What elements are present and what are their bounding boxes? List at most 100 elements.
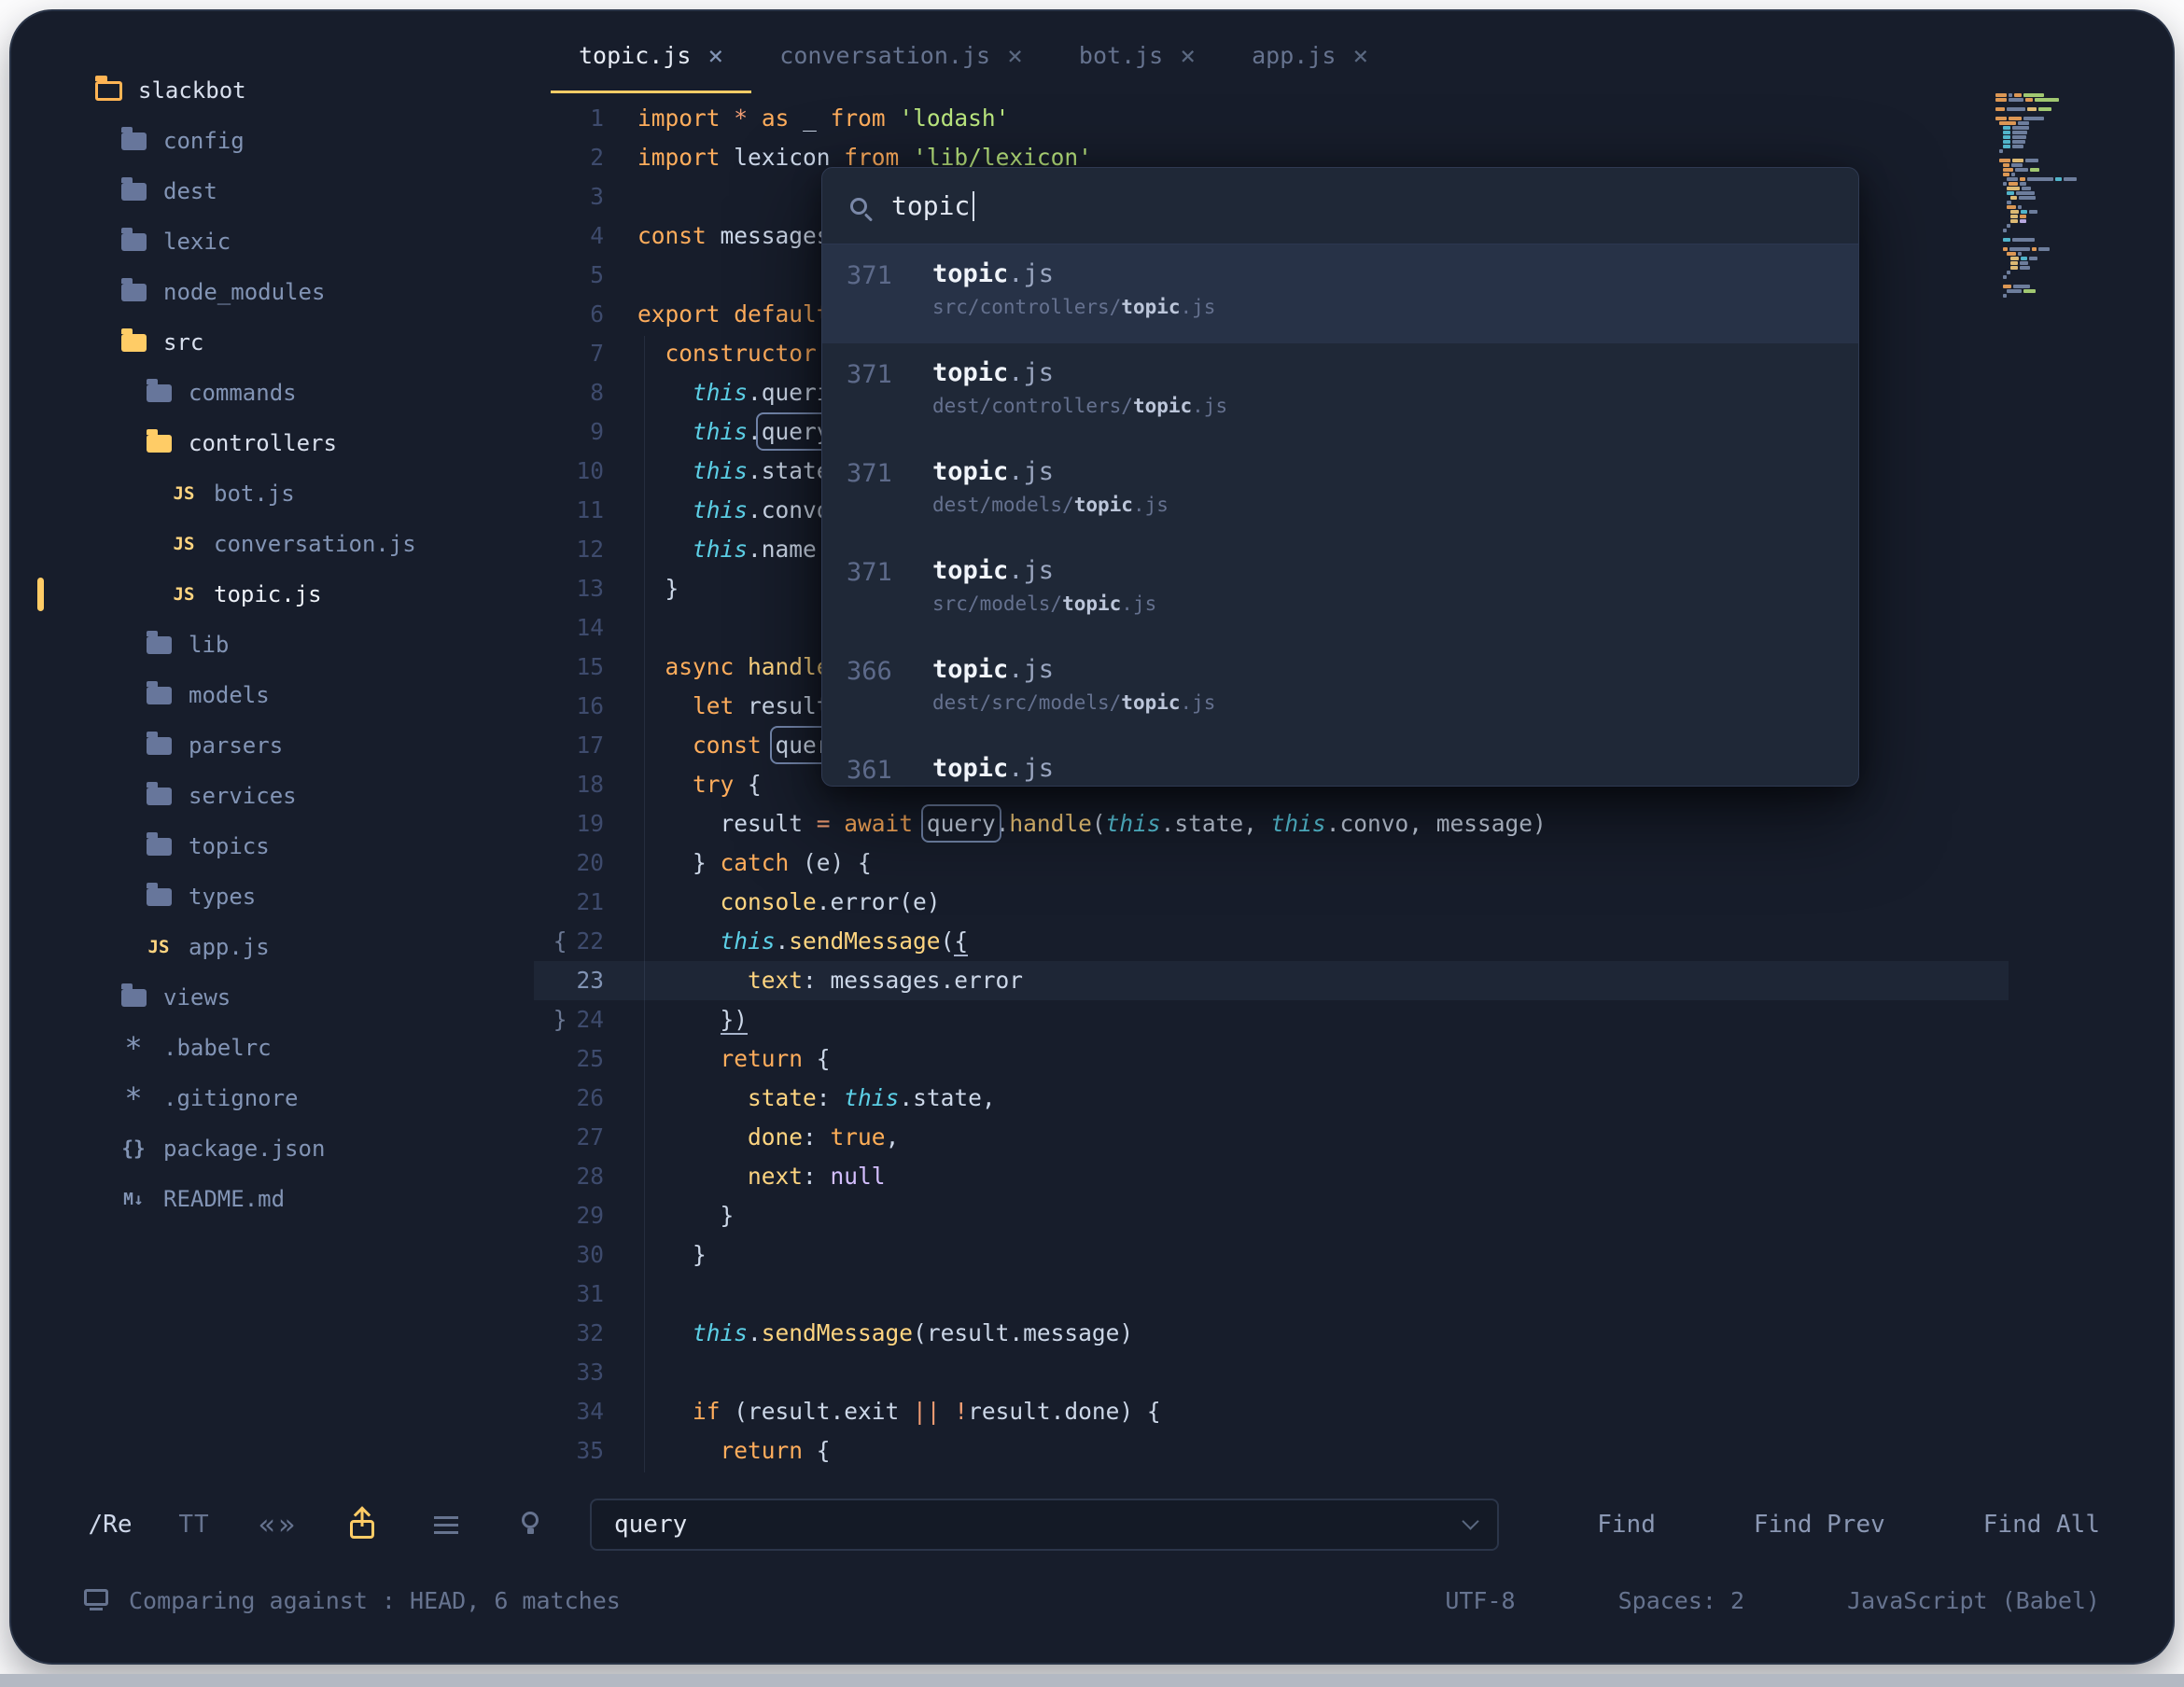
- tab-conversation-js[interactable]: conversation.js×: [751, 21, 1051, 93]
- display-icon: [84, 1589, 108, 1606]
- tree-item-gitignore[interactable]: *.gitignore: [11, 1073, 534, 1123]
- tab-topic-js[interactable]: topic.js×: [551, 21, 751, 93]
- highlight-matches-icon[interactable]: [504, 1512, 556, 1538]
- tree-item-lib[interactable]: lib: [11, 620, 534, 670]
- tree-item-babelrc[interactable]: *.babelrc: [11, 1023, 534, 1073]
- quick-open-result-4[interactable]: 371topic.jssrc/models/topic.js: [822, 541, 1858, 640]
- code-line-23[interactable]: 23 text: messages.error: [534, 961, 2009, 1000]
- tree-item-services[interactable]: services: [11, 771, 534, 821]
- case-sensitive-icon[interactable]: TT: [168, 1511, 220, 1539]
- close-icon[interactable]: ×: [1180, 40, 1196, 71]
- tree-item-parsers[interactable]: parsers: [11, 720, 534, 771]
- tree-item-node-modules[interactable]: node_modules: [11, 267, 534, 317]
- code-text: console.error(e): [604, 883, 941, 922]
- tree-item-topic-js[interactable]: JStopic.js: [11, 569, 534, 620]
- folder-icon: [119, 284, 148, 301]
- tab-app-js[interactable]: app.js×: [1224, 21, 1396, 93]
- tree-item-package-json[interactable]: {}package.json: [11, 1123, 534, 1174]
- encoding-status[interactable]: UTF-8: [1445, 1587, 1515, 1614]
- tree-item-dest[interactable]: dest: [11, 166, 534, 216]
- line-number: 15: [534, 648, 604, 687]
- code-line-28[interactable]: 28 next: null: [534, 1157, 2009, 1196]
- find-prev-button[interactable]: Find Prev: [1754, 1511, 1885, 1539]
- tree-item-topics[interactable]: topics: [11, 821, 534, 871]
- result-filename: topic.js: [932, 750, 1054, 783]
- code-line-33[interactable]: 33: [534, 1353, 2009, 1392]
- quick-open-search[interactable]: topic: [822, 168, 1858, 244]
- line-number: }24: [534, 1000, 604, 1039]
- in-selection-icon[interactable]: [420, 1524, 472, 1527]
- quick-open-result-6[interactable]: 361topic.js: [822, 739, 1858, 787]
- preserve-case-icon[interactable]: [336, 1511, 388, 1539]
- code-text: this.query: [604, 412, 831, 452]
- code-line-25[interactable]: 25 return {: [534, 1039, 2009, 1079]
- quick-open-result-2[interactable]: 371topic.jsdest/controllers/topic.js: [822, 343, 1858, 442]
- tree-item-conversation-js[interactable]: JSconversation.js: [11, 519, 534, 569]
- tab-label: bot.js: [1079, 42, 1163, 69]
- code-line-21[interactable]: 21 console.error(e): [534, 883, 2009, 922]
- tree-item-src[interactable]: src: [11, 317, 534, 368]
- close-icon[interactable]: ×: [1352, 40, 1368, 71]
- code-line-32[interactable]: 32 this.sendMessage(result.message): [534, 1314, 2009, 1353]
- braces-file-icon: {}: [119, 1137, 148, 1160]
- tree-item-app-js[interactable]: JSapp.js: [11, 922, 534, 972]
- folder-icon: [144, 737, 174, 755]
- tree-item-models[interactable]: models: [11, 670, 534, 720]
- line-number: 20: [534, 844, 604, 883]
- syntax-status[interactable]: JavaScript (Babel): [1847, 1587, 2100, 1614]
- text-cursor: [973, 191, 974, 221]
- result-path: dest/models/topic.js: [932, 494, 1169, 516]
- tree-item-slackbot[interactable]: slackbot: [11, 65, 534, 116]
- find-input[interactable]: [612, 1510, 1464, 1540]
- tree-item-readme-md[interactable]: M↓README.md: [11, 1174, 534, 1224]
- close-icon[interactable]: ×: [707, 40, 723, 71]
- find-button[interactable]: Find: [1597, 1511, 1656, 1539]
- line-number: 16: [534, 687, 604, 726]
- indentation-status[interactable]: Spaces: 2: [1618, 1587, 1744, 1614]
- quick-open-result-3[interactable]: 371topic.jsdest/models/topic.js: [822, 442, 1858, 541]
- code-line-35[interactable]: 35 return {: [534, 1431, 2009, 1471]
- whole-word-icon[interactable]: «»: [252, 1509, 304, 1541]
- line-number: 32: [534, 1314, 604, 1353]
- folder-icon: [144, 687, 174, 704]
- find-all-button[interactable]: Find All: [1983, 1511, 2100, 1539]
- code-line-34[interactable]: 34 if (result.exit || !result.done) {: [534, 1392, 2009, 1431]
- sidebar: slackbotconfigdestlexicnode_modulessrcco…: [11, 11, 534, 1478]
- code-line-22[interactable]: {22 this.sendMessage({: [534, 922, 2009, 961]
- tree-item-lexic[interactable]: lexic: [11, 216, 534, 267]
- quick-open-result-1[interactable]: 371topic.jssrc/controllers/topic.js: [822, 244, 1858, 343]
- line-number: 7: [534, 334, 604, 373]
- code-line-30[interactable]: 30 }: [534, 1235, 2009, 1275]
- tree-item-types[interactable]: types: [11, 871, 534, 922]
- quick-open-result-5[interactable]: 366topic.jsdest/src/models/topic.js: [822, 640, 1858, 739]
- result-path: dest/src/models/topic.js: [932, 691, 1215, 714]
- code-text: this.state: [604, 452, 831, 491]
- code-line-26[interactable]: 26 state: this.state,: [534, 1079, 2009, 1118]
- status-right: UTF-8 Spaces: 2 JavaScript (Babel): [1445, 1587, 2100, 1614]
- tree-item-commands[interactable]: commands: [11, 368, 534, 418]
- chevron-down-icon[interactable]: [1463, 1513, 1479, 1529]
- tree-item-views[interactable]: views: [11, 972, 534, 1023]
- minimap[interactable]: [1995, 93, 2107, 299]
- tree-item-label: .babelrc: [163, 1035, 272, 1061]
- code-line-27[interactable]: 27 done: true,: [534, 1118, 2009, 1157]
- tree-item-label: types: [189, 884, 256, 910]
- regex-icon[interactable]: /Re: [84, 1511, 136, 1539]
- code-line-19[interactable]: 19 result = await query.handle(this.stat…: [534, 804, 2009, 844]
- result-path: dest/controllers/topic.js: [932, 395, 1227, 417]
- folder-icon: [144, 788, 174, 805]
- tree-item-controllers[interactable]: controllers: [11, 418, 534, 468]
- code-line-1[interactable]: 1import * as _ from 'lodash': [534, 99, 2009, 138]
- tree-item-config[interactable]: config: [11, 116, 534, 166]
- code-line-29[interactable]: 29 }: [534, 1196, 2009, 1235]
- tab-bot-js[interactable]: bot.js ×: [1051, 21, 1224, 93]
- tree-item-label: topics: [189, 833, 270, 859]
- tree-item-bot-js[interactable]: JSbot.js: [11, 468, 534, 519]
- code-line-31[interactable]: 31: [534, 1275, 2009, 1314]
- code-line-20[interactable]: 20 } catch (e) {: [534, 844, 2009, 883]
- code-line-24[interactable]: }24 }): [534, 1000, 2009, 1039]
- folder-icon: [119, 132, 148, 150]
- close-icon[interactable]: ×: [1007, 40, 1023, 71]
- status-bar: Comparing against : HEAD, 6 matches UTF-…: [11, 1571, 2173, 1629]
- code-text: [604, 177, 637, 216]
